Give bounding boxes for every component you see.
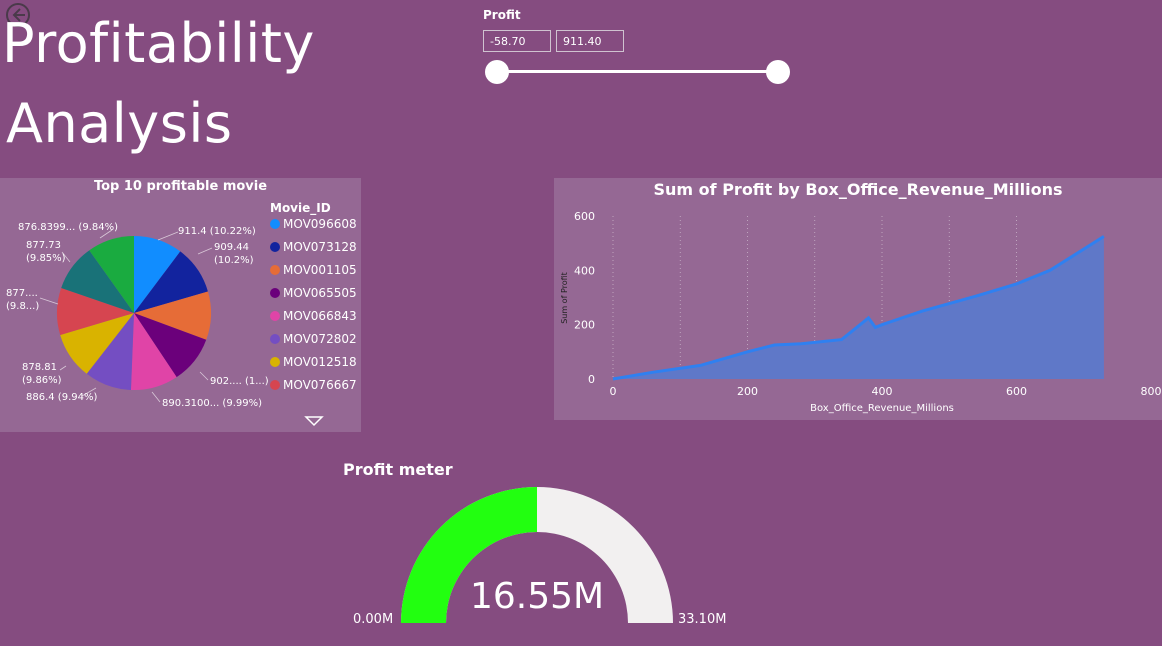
y-axis-label: Sum of Profit [560, 272, 569, 324]
profit-meter-gauge[interactable]: 16.55M 0.00M 33.10M [340, 480, 740, 646]
legend-item-label[interactable]: MOV072802 [283, 332, 357, 346]
slider-max-thumb[interactable] [766, 60, 790, 84]
legend-marker [270, 288, 280, 298]
x-tick-label: 200 [737, 385, 758, 398]
pie-data-label: 877.73 (9.85%) [26, 240, 66, 264]
legend-marker [270, 380, 280, 390]
pie-leader-line [39, 297, 59, 305]
pie-data-label: 890.3100... (9.99%) [162, 398, 262, 409]
pie-data-label: 886.4 (9.94%) [26, 392, 97, 403]
legend-item-label[interactable]: MOV076667 [283, 378, 357, 392]
legend-marker [270, 219, 280, 229]
legend-item-label[interactable]: MOV065505 [283, 286, 357, 300]
slider-track[interactable] [497, 70, 777, 73]
y-tick-label: 200 [574, 319, 595, 332]
page-title-line-2: Analysis [6, 92, 233, 155]
legend-marker [270, 334, 280, 344]
pie-leader-line [151, 391, 161, 403]
legend-item-label[interactable]: MOV012518 [283, 355, 357, 369]
pie-chart[interactable]: 911.4 (10.22%) 909.44 (10.2%) 902.... (1...… [0, 178, 361, 432]
legend-marker [270, 242, 280, 252]
slider-min-thumb[interactable] [485, 60, 509, 84]
legend-marker [270, 357, 280, 367]
legend-marker [270, 265, 280, 275]
pie-data-label: 877.... (9.8...) [6, 288, 39, 312]
y-tick-label: 600 [574, 210, 595, 223]
legend-item-label[interactable]: MOV066843 [283, 309, 357, 323]
x-tick-label: 800 [1141, 385, 1162, 398]
gauge-min-label: 0.00M [353, 612, 393, 627]
area-chart[interactable]: 0 200 400 600 800 0 200 400 600 Box_Office_Reven… [554, 178, 1162, 420]
gauge-max-label: 33.10M [678, 612, 726, 627]
pie-data-label: 902.... (1...) [210, 376, 269, 387]
pie-data-label: 878.81 (9.86%) [22, 362, 62, 386]
pie-leader-line [199, 371, 209, 381]
legend-marker [270, 311, 280, 321]
legend-item-label[interactable]: MOV001105 [283, 263, 357, 277]
x-axis-label: Box_Office_Revenue_Millions [810, 403, 954, 414]
gauge-value: 16.55M [470, 576, 604, 617]
gauge-title: Profit meter [343, 460, 453, 479]
x-tick-label: 600 [1006, 385, 1027, 398]
x-tick-label: 0 [610, 385, 617, 398]
slicer-min-input[interactable]: -58.70 [483, 30, 551, 52]
slicer-max-input[interactable]: 911.40 [556, 30, 624, 52]
page-title-line-1: Profitability [2, 12, 315, 75]
pie-leader-line [59, 365, 67, 371]
page-title: Profitability Analysis [2, 8, 422, 160]
pie-data-label: 876.8399... (9.84%) [18, 222, 118, 233]
x-tick-label: 400 [872, 385, 893, 398]
profit-by-revenue-card: Sum of Profit by Box_Office_Revenue_Mill… [554, 178, 1162, 420]
legend-item-label[interactable]: MOV073128 [283, 240, 357, 254]
y-tick-label: 0 [588, 373, 595, 386]
triangle-down-icon[interactable] [304, 416, 324, 427]
y-tick-label: 400 [574, 264, 595, 277]
pie-data-label: 911.4 (10.22%) [178, 226, 256, 237]
pie-data-label: 909.44 (10.2%) [214, 242, 254, 266]
pie-leader-line [157, 231, 179, 241]
top-10-profitable-movie-card: Top 10 profitable movie 911.4 (10.22%) 90… [0, 178, 361, 432]
slicer-label: Profit [483, 8, 521, 22]
area-series-fill [613, 236, 1104, 379]
pie-leader-line [197, 247, 213, 255]
legend-title: Movie_ID [270, 201, 331, 216]
legend-item-label[interactable]: MOV096608 [283, 217, 357, 231]
profit-range-slicer: Profit -58.70 911.40 [483, 8, 803, 88]
